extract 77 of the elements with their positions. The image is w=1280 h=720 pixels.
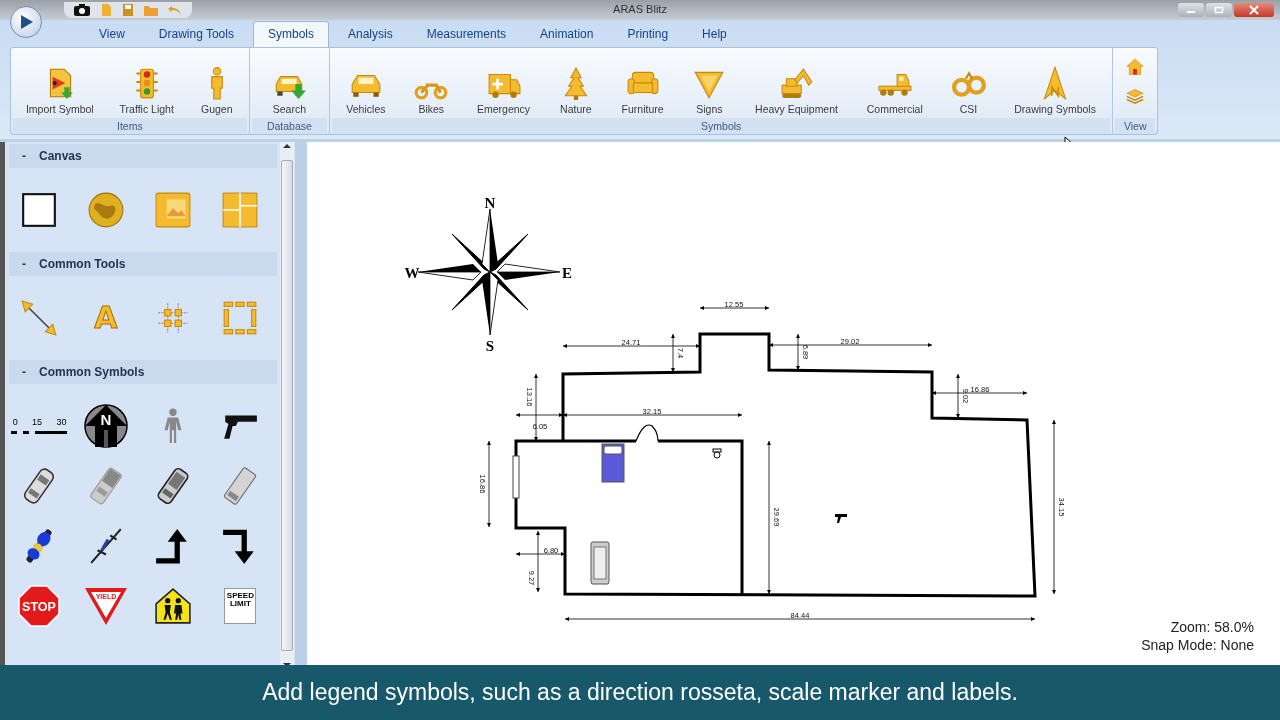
ribbon-tab[interactable]: Measurements (411, 21, 522, 47)
ribbon-button[interactable]: Commercial (866, 66, 923, 115)
dimension-arrow-icon[interactable] (19, 299, 58, 337)
layers-icon (1125, 86, 1146, 107)
ribbon-button[interactable]: Emergency (476, 66, 531, 115)
section-header[interactable]: Canvas (39, 149, 82, 163)
ribbon-button[interactable]: Gugen (199, 66, 234, 115)
ribbon-button[interactable]: Nature (558, 66, 593, 115)
scale-bar-icon (10, 429, 67, 435)
collapse-toggle[interactable]: - (9, 257, 39, 271)
video-caption: Add legend symbols, such as a direction rosseta, scale marker and labels. (262, 679, 1018, 706)
dimension-line (699, 306, 770, 310)
stop-label: STOP (21, 600, 56, 614)
scale-label: 0 (12, 417, 18, 427)
compass-label: S (485, 338, 495, 354)
north-arrow-icon[interactable]: N (83, 404, 128, 448)
collapse-toggle[interactable]: - (9, 365, 39, 379)
group-label: View (1115, 118, 1155, 134)
ribbon-tab[interactable]: Analysis (332, 21, 408, 47)
maximize-button[interactable] (1206, 3, 1232, 17)
close-button[interactable] (1234, 3, 1274, 17)
zoom-level: Zoom: 58.0% (1169, 619, 1254, 635)
scale-label: 15 (32, 417, 43, 427)
ribbon-tab[interactable]: Animation (525, 21, 609, 47)
camera-icon[interactable] (74, 4, 90, 16)
minimize-button[interactable] (1178, 3, 1204, 17)
bed-icon (601, 443, 625, 483)
speed-limit-sign-icon[interactable]: SPEED LIMIT (224, 588, 257, 624)
group-label: Database (251, 118, 327, 134)
section-header[interactable]: Common Symbols (39, 365, 145, 379)
image-icon[interactable] (154, 191, 193, 229)
snap-mode: Snap Mode: None (1141, 637, 1254, 653)
scroll-up-icon[interactable] (283, 142, 291, 150)
ribbon-button[interactable]: Heavy Equipment (755, 66, 838, 115)
ribbon-tab[interactable]: Printing (612, 21, 684, 47)
window-icon (512, 455, 520, 499)
north-label: N (100, 411, 112, 428)
scrollbar-thumb[interactable] (281, 160, 293, 651)
school-sign-icon[interactable] (154, 587, 193, 625)
compass-label: N (484, 195, 496, 211)
group-label: Symbols (332, 118, 1111, 134)
pistol-icon (835, 514, 847, 523)
sofa-icon (590, 541, 610, 585)
group-label: Items (13, 118, 247, 134)
compass-label: W (404, 265, 420, 281)
ribbon-button[interactable]: CSI (951, 66, 986, 115)
home-icon (1125, 56, 1146, 77)
motorcycle-icon (414, 82, 449, 100)
ribbon-tab[interactable]: Symbols (252, 21, 329, 47)
ribbon-tab[interactable]: Drawing Tools (143, 21, 249, 47)
blank-canvas-icon[interactable] (19, 191, 58, 229)
compass-label: E (562, 265, 572, 281)
ribbon-button[interactable]: Traffic Light (119, 66, 174, 115)
excavator-icon (779, 66, 814, 100)
ribbon-button[interactable]: Vehicles (346, 66, 386, 115)
ribbon-button[interactable]: Import Symbol (25, 66, 94, 115)
ribbon-button[interactable]: Drawing Symbols (1014, 66, 1096, 115)
maximize-icon (1214, 6, 1224, 14)
globe-icon[interactable] (86, 191, 125, 229)
stop-sign-icon[interactable]: STOP (17, 585, 60, 627)
ribbon-button[interactable]: Bikes (414, 66, 449, 115)
ribbon-button[interactable]: Furniture (621, 66, 664, 115)
scale-label: 30 (56, 417, 67, 427)
compass-rose-icon (417, 208, 561, 336)
ribbon-button[interactable]: Search (272, 66, 307, 115)
ribbon-tab[interactable]: View (84, 21, 140, 47)
app-menu-button[interactable] (10, 6, 42, 38)
save-icon[interactable] (122, 4, 134, 16)
collapse-toggle[interactable]: - (9, 149, 39, 163)
close-icon (1249, 5, 1259, 15)
tiles-icon[interactable] (221, 191, 260, 229)
section-header[interactable]: Common Tools (39, 257, 126, 271)
window-title: ARAS Blitz (613, 3, 667, 15)
ribbon-button[interactable]: Signs (692, 66, 727, 115)
door-icon (635, 424, 659, 442)
ribbon-tab[interactable]: Help (687, 21, 742, 47)
toilet-icon (712, 448, 722, 459)
